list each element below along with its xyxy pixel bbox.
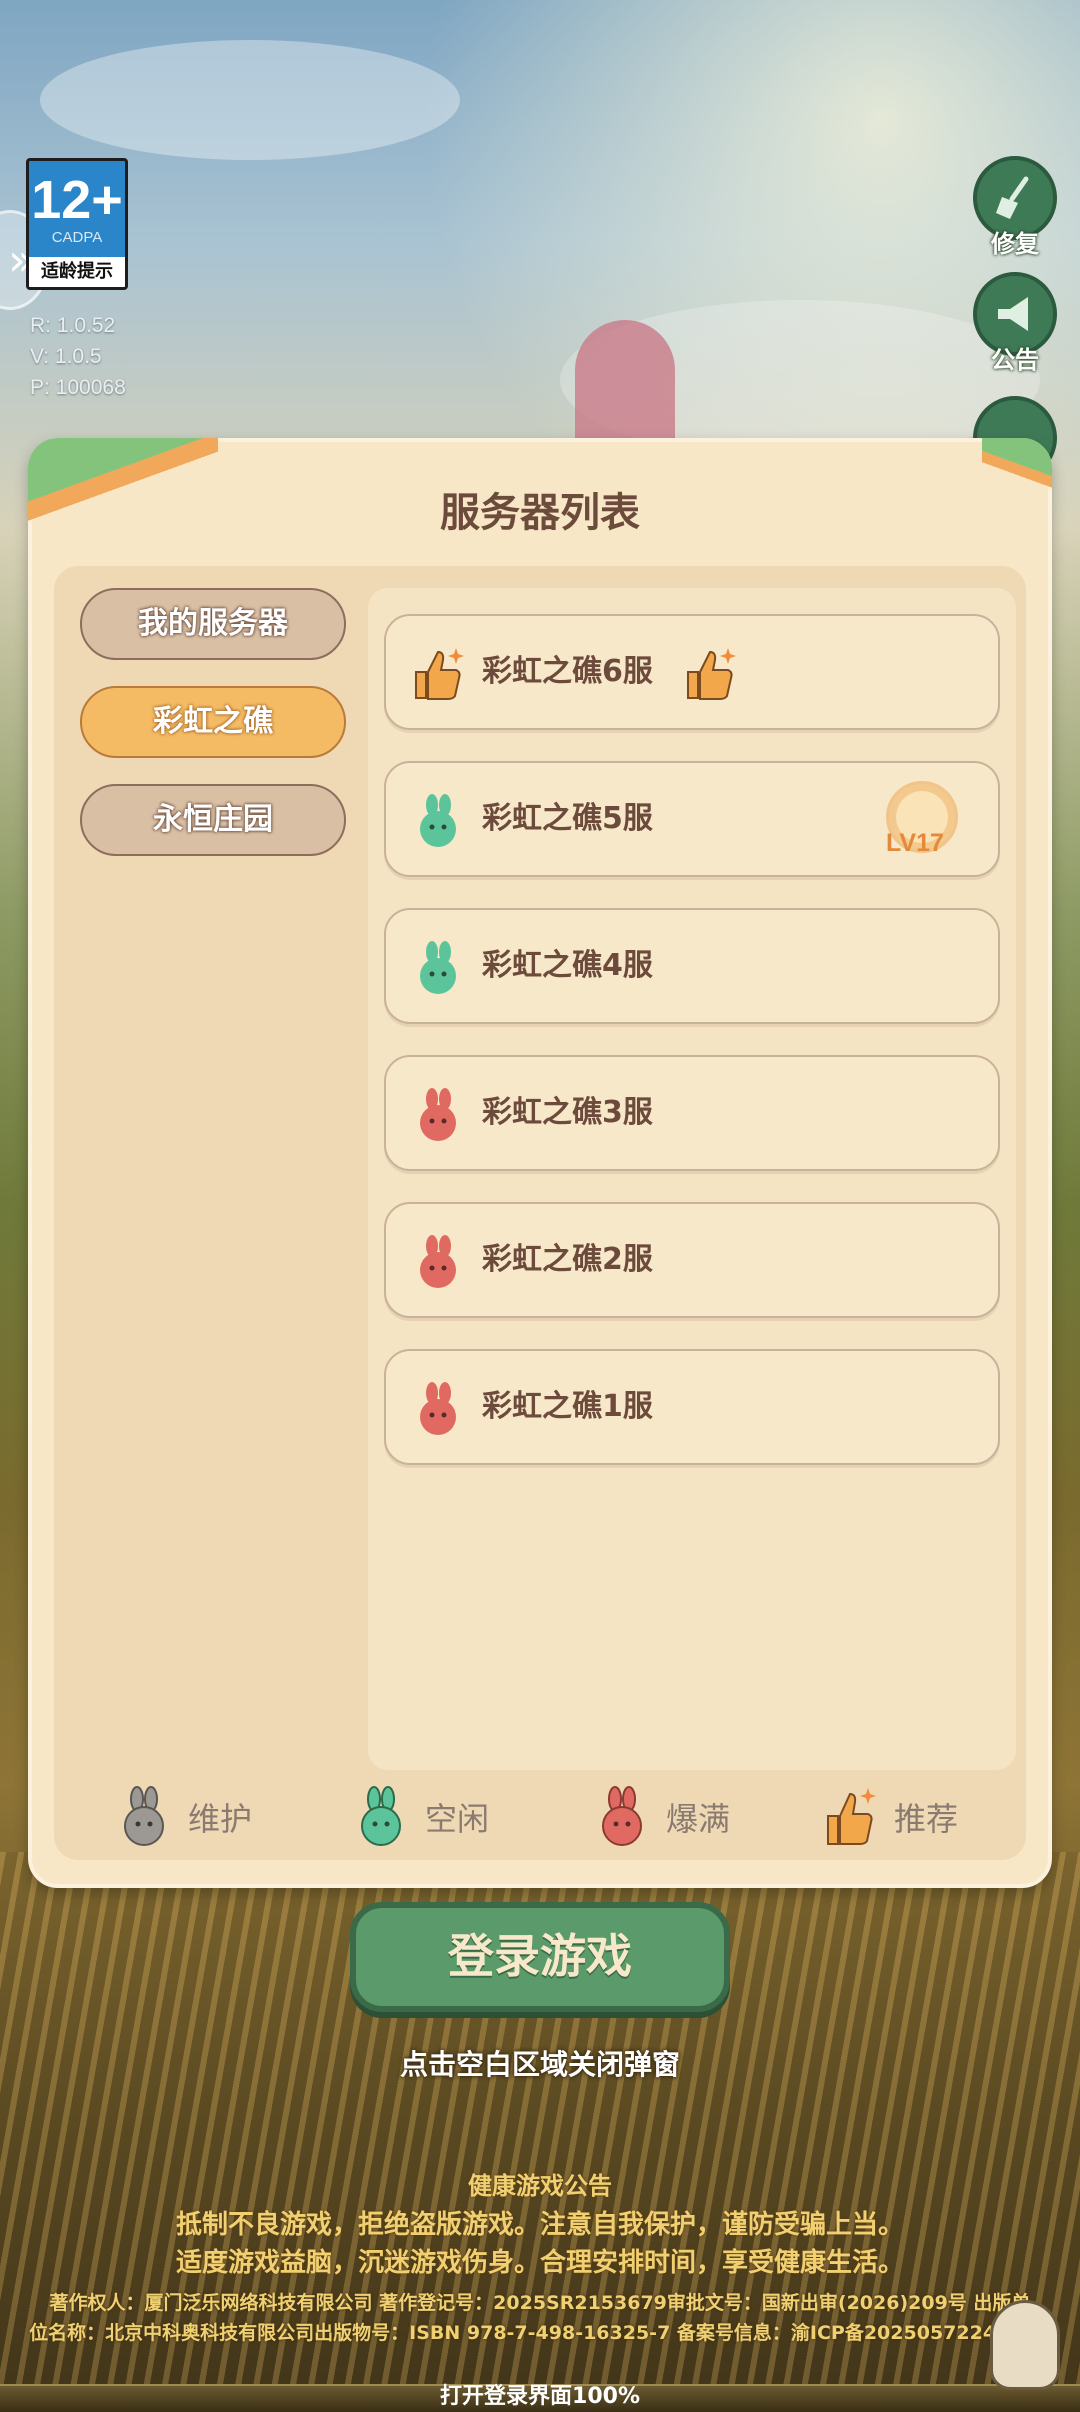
rabbit-maintenance-icon bbox=[124, 1786, 164, 1846]
repair-button[interactable]: 修复 bbox=[972, 156, 1058, 259]
rabbit-idle-icon bbox=[420, 941, 456, 994]
level-badge: LV17 bbox=[886, 829, 944, 857]
age-rating-number: 12+ bbox=[31, 170, 123, 230]
tab-eternal-manor[interactable]: 永恒庄园 bbox=[80, 784, 346, 856]
health-notice-title: 健康游戏公告 bbox=[468, 2172, 612, 2200]
server-row[interactable]: 彩虹之礁6服 bbox=[384, 614, 1000, 730]
rabbit-full-icon bbox=[602, 1786, 642, 1846]
age-rating-badge[interactable]: 12+ CADPA 适龄提示 bbox=[26, 158, 128, 290]
rabbit-full-icon bbox=[420, 1235, 456, 1288]
version-p: P: 100068 bbox=[30, 376, 126, 399]
legend-full: 爆满 bbox=[596, 1782, 730, 1852]
thumbs-up-icon bbox=[687, 648, 736, 700]
rabbit-full-icon bbox=[420, 1382, 456, 1435]
legend-label: 爆满 bbox=[666, 1800, 731, 1838]
legend-label: 维护 bbox=[188, 1800, 253, 1838]
age-rating-tip: 适龄提示 bbox=[29, 257, 125, 287]
server-row[interactable]: 彩虹之礁1服 bbox=[384, 1349, 1000, 1465]
server-list-panel: 服务器列表 我的服务器 彩虹之礁 永恒庄园 彩虹之礁6服 彩虹之礁5服 LV17… bbox=[28, 438, 1052, 1888]
server-list: 彩虹之礁6服 彩虹之礁5服 LV17 彩虹之礁4服 彩虹之礁3服 彩虹之礁2服 … bbox=[368, 588, 1016, 1770]
server-row[interactable]: 彩虹之礁3服 bbox=[384, 1055, 1000, 1171]
server-name: 彩虹之礁4服 bbox=[482, 948, 653, 983]
login-game-button[interactable]: 登录游戏 bbox=[350, 1902, 730, 2012]
notice-label: 公告 bbox=[991, 346, 1039, 374]
background-cloud bbox=[40, 40, 460, 160]
version-r: R: 1.0.52 bbox=[30, 314, 116, 337]
server-name: 彩虹之礁2服 bbox=[482, 1242, 653, 1277]
rabbit-idle-icon bbox=[420, 794, 456, 847]
copyright-line: 位名称：北京中科奥科技有限公司出版物号：ISBN 978-7-498-16325… bbox=[29, 2322, 1051, 2344]
version-info: R: 1.0.52 V: 1.0.5 P: 100068 bbox=[30, 310, 126, 403]
legend-maintenance: 维护 bbox=[118, 1782, 252, 1852]
server-name: 彩虹之礁5服 bbox=[482, 801, 653, 836]
rabbit-full-icon bbox=[420, 1088, 456, 1141]
thumbs-up-icon bbox=[827, 1788, 876, 1845]
thumbs-up-icon bbox=[415, 648, 464, 700]
tab-my-servers[interactable]: 我的服务器 bbox=[80, 588, 346, 660]
server-name: 彩虹之礁3服 bbox=[482, 1095, 653, 1130]
legend-idle: 空闲 bbox=[355, 1782, 489, 1852]
loading-progress-label: 打开登录界面100% bbox=[440, 2384, 640, 2409]
server-row[interactable]: 彩虹之礁4服 bbox=[384, 908, 1000, 1024]
server-name: 彩虹之礁1服 bbox=[482, 1389, 653, 1424]
age-rating-org: CADPA bbox=[51, 229, 103, 246]
rabbit-idle-icon bbox=[361, 1786, 401, 1846]
close-popup-hint[interactable]: 点击空白区域关闭弹窗 bbox=[0, 2043, 1080, 2083]
legend-label: 空闲 bbox=[425, 1800, 490, 1838]
server-row[interactable]: 彩虹之礁5服 LV17 bbox=[384, 761, 1000, 877]
legend-recommend: 推荐 bbox=[824, 1782, 958, 1852]
mascot-icon bbox=[990, 2300, 1060, 2390]
health-notice-line: 适度游戏益脑，沉迷游戏伤身。合理安排时间，享受健康生活。 bbox=[175, 2248, 904, 2278]
legend-label: 推荐 bbox=[894, 1800, 959, 1838]
server-name: 彩虹之礁6服 bbox=[482, 654, 653, 689]
notice-button[interactable]: 公告 bbox=[972, 272, 1058, 375]
copyright-line: 著作权人：厦门泛乐网络科技有限公司 著作登记号：2025SR2153679审批文… bbox=[49, 2292, 1031, 2314]
repair-label: 修复 bbox=[991, 230, 1039, 258]
health-notice-line: 抵制不良游戏，拒绝盗版游戏。注意自我保护，谨防受骗上当。 bbox=[175, 2210, 904, 2240]
tab-rainbow-reef[interactable]: 彩虹之礁 bbox=[80, 686, 346, 758]
panel-title: 服务器列表 bbox=[440, 490, 640, 536]
server-row[interactable]: 彩虹之礁2服 bbox=[384, 1202, 1000, 1318]
version-v: V: 1.0.5 bbox=[30, 345, 102, 368]
